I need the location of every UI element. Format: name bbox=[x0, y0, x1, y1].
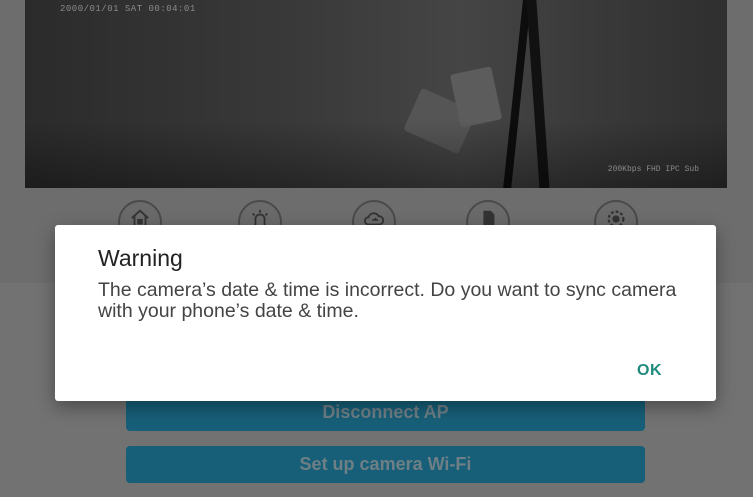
warning-dialog: Warning The camera’s date & time is inco… bbox=[55, 225, 716, 401]
dialog-message: The camera’s date & time is incorrect. D… bbox=[98, 279, 677, 322]
osd-timestamp: 2000/01/01 SAT 00:04:01 bbox=[60, 4, 196, 14]
dialog-title: Warning bbox=[98, 245, 183, 271]
camera-live-view[interactable]: 2000/01/01 SAT 00:04:01 200Kbps FHD IPC … bbox=[25, 0, 727, 188]
ok-button[interactable]: OK bbox=[637, 362, 662, 380]
osd-bitrate: 200Kbps FHD IPC Sub bbox=[607, 165, 699, 174]
scene-shadow bbox=[25, 120, 727, 188]
setup-camera-wifi-button[interactable]: Set up camera Wi-Fi bbox=[126, 446, 645, 483]
